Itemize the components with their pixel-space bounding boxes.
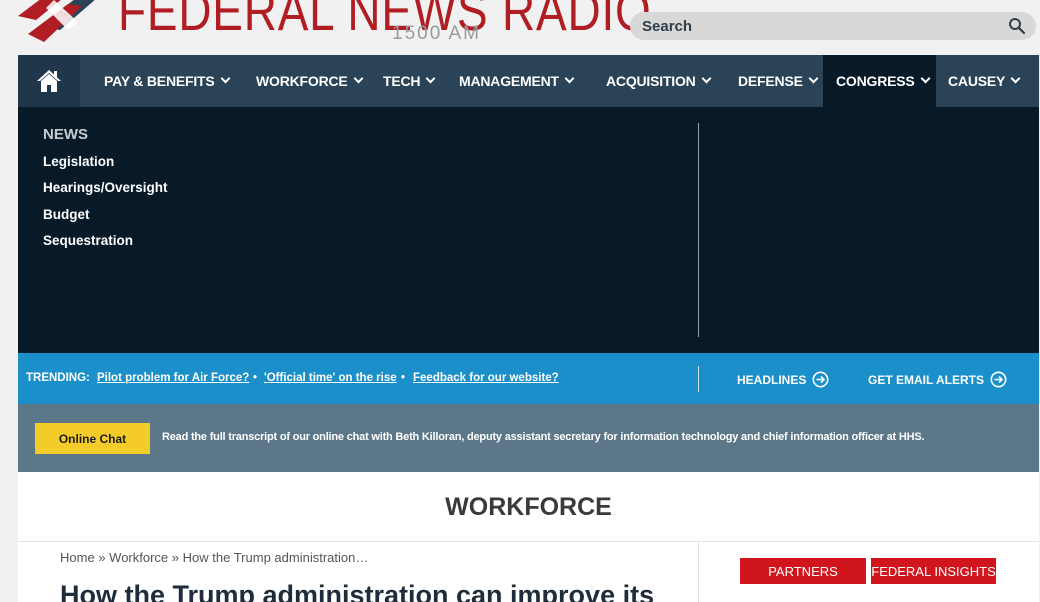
trending-label: TRENDING:: [26, 372, 90, 384]
logo-mark-icon[interactable]: [18, 0, 110, 44]
nav-item-congress[interactable]: CONGRESS: [823, 55, 936, 107]
online-chat-button[interactable]: Online Chat: [35, 423, 150, 454]
dropdown-link-sequestration[interactable]: Sequestration: [43, 233, 133, 248]
dropdown-link-hearings-oversight[interactable]: Hearings/Oversight: [43, 180, 168, 195]
chevron-down-icon: [425, 73, 436, 84]
chevron-down-icon: [920, 73, 930, 84]
chevron-down-icon: [701, 73, 712, 84]
federal-insights-button[interactable]: FEDERAL INSIGHTS: [871, 558, 996, 584]
logo-wordmark[interactable]: FEDERAL NEWS RADIO: [118, 0, 652, 43]
chevron-down-icon: [220, 73, 230, 84]
trending-bar: TRENDING: Pilot problem for Air Force? •…: [18, 353, 1039, 404]
chevron-down-icon: [1010, 73, 1021, 84]
online-chat-banner: Online Chat Read the full transcript of …: [18, 404, 1039, 472]
trending-divider: [698, 366, 699, 392]
section-divider: [18, 541, 1039, 542]
congress-dropdown-menu: NEWS Legislation Hearings/Oversight Budg…: [18, 107, 1039, 353]
breadcrumb-separator: »: [171, 550, 180, 565]
page-title: WORKFORCE: [445, 493, 612, 521]
arrow-circle-right-icon: [812, 371, 829, 388]
search-input[interactable]: Search: [630, 12, 1036, 40]
nav-item-acquisition[interactable]: ACQUISITION: [606, 55, 712, 107]
nav-item-tech[interactable]: TECH: [383, 55, 436, 107]
nav-item-causey[interactable]: CAUSEY: [948, 55, 1021, 107]
trending-link[interactable]: Pilot problem for Air Force?: [97, 372, 249, 384]
nav-item-pay-benefits[interactable]: PAY & BENEFITS: [104, 55, 230, 107]
trending-separator: •: [253, 372, 258, 384]
nav-item-workforce[interactable]: WORKFORCE: [256, 55, 363, 107]
chevron-down-icon: [353, 73, 363, 84]
headlines-label: HEADLINES: [737, 372, 807, 387]
nav-item-label: CAUSEY: [948, 73, 1006, 89]
online-chat-link[interactable]: Read the full transcript of our online c…: [162, 431, 925, 443]
dropdown-divider: [698, 123, 699, 337]
main-content: WORKFORCE Home » Workforce » How the Tru…: [18, 472, 1039, 602]
search-placeholder: Search: [642, 18, 693, 35]
main-nav: PAY & BENEFITS WORKFORCE TECH MANAGEMENT…: [18, 55, 1039, 107]
article-headline[interactable]: How the Trump administration can improve…: [60, 580, 654, 602]
headlines-link[interactable]: HEADLINES: [737, 371, 829, 388]
nav-item-label: TECH: [383, 73, 421, 89]
nav-item-management[interactable]: MANAGEMENT: [459, 55, 575, 107]
site-header: FEDERAL NEWS RADIO 1500 AM Search: [0, 0, 1040, 55]
search-icon[interactable]: [1008, 17, 1026, 35]
nav-item-label: DEFENSE: [738, 73, 803, 89]
email-alerts-link[interactable]: GET EMAIL ALERTS: [868, 371, 1007, 388]
nav-item-label: PAY & BENEFITS: [104, 73, 215, 89]
chevron-down-icon: [808, 73, 819, 84]
nav-item-label: CONGRESS: [836, 73, 915, 89]
breadcrumb: Home » Workforce » How the Trump adminis…: [60, 550, 368, 565]
nav-item-label: ACQUISITION: [606, 73, 696, 89]
nav-item-label: MANAGEMENT: [459, 73, 559, 89]
nav-item-defense[interactable]: DEFENSE: [738, 55, 819, 107]
nav-item-label: WORKFORCE: [256, 73, 348, 89]
dropdown-link-budget[interactable]: Budget: [43, 207, 90, 222]
breadcrumb-current: How the Trump administration…: [182, 550, 369, 565]
trending-link[interactable]: Feedback for our website?: [413, 372, 559, 384]
email-alerts-label: GET EMAIL ALERTS: [868, 372, 985, 387]
home-icon: [37, 70, 61, 92]
dropdown-link-legislation[interactable]: Legislation: [43, 154, 114, 169]
arrow-circle-right-icon: [990, 371, 1007, 388]
column-divider: [698, 542, 699, 602]
breadcrumb-separator: »: [98, 550, 106, 565]
home-button[interactable]: [18, 55, 80, 107]
logo-frequency: 1500 AM: [392, 23, 481, 44]
chevron-down-icon: [564, 73, 575, 84]
breadcrumb-workforce[interactable]: Workforce: [109, 550, 168, 565]
dropdown-heading[interactable]: NEWS: [43, 126, 88, 143]
partners-button[interactable]: PARTNERS: [740, 558, 866, 584]
breadcrumb-home[interactable]: Home: [60, 550, 95, 565]
trending-separator: •: [401, 372, 406, 384]
trending-link[interactable]: 'Official time' on the rise: [264, 372, 397, 384]
